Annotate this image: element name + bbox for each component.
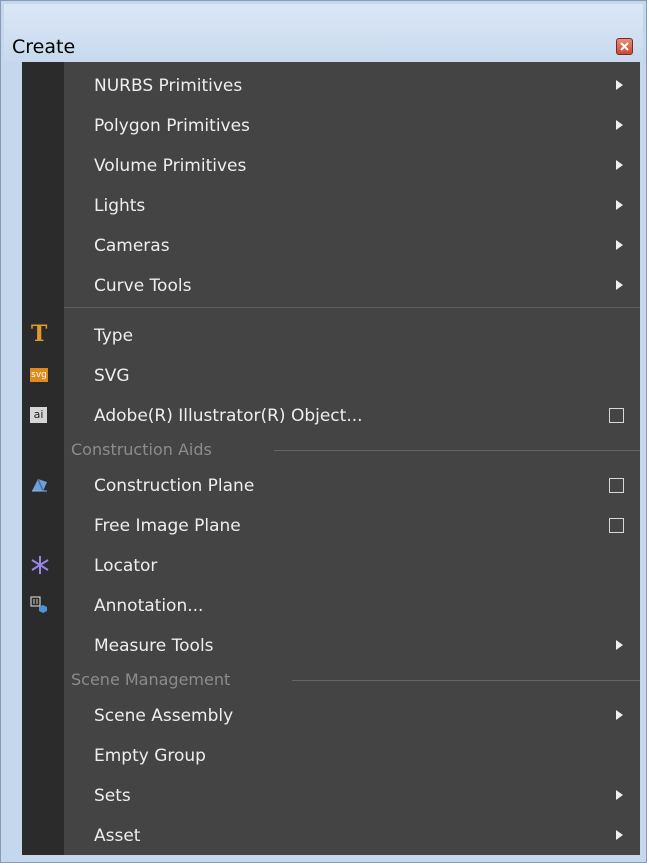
menu-item-curve-tools[interactable]: Curve Tools (22, 265, 640, 305)
title-bar[interactable]: Create (4, 4, 643, 62)
menu-item-label: Polygon Primitives (94, 116, 250, 136)
menu-item-label: NURBS Primitives (94, 76, 243, 96)
menu-item-svg[interactable]: svg SVG (22, 355, 640, 395)
submenu-arrow-icon (616, 830, 623, 840)
menu-item-label: Volume Primitives (94, 156, 247, 176)
menu-item-label: Cameras (94, 236, 170, 256)
menu-item-polygon-primitives[interactable]: Polygon Primitives (22, 105, 640, 145)
option-box[interactable] (609, 518, 624, 533)
create-menu-window: Create NURBS Primitives Polygon Primitiv… (0, 0, 647, 863)
menu-item-label: Locator (94, 556, 158, 576)
submenu-arrow-icon (616, 280, 623, 290)
menu-item-label: Empty Group (94, 746, 206, 766)
construction-plane-icon (30, 475, 50, 495)
menu-item-cameras[interactable]: Cameras (22, 225, 640, 265)
section-divider (274, 450, 640, 451)
close-icon (620, 42, 629, 51)
menu-item-asset[interactable]: Asset (22, 815, 640, 855)
menu-item-label: Annotation... (94, 596, 204, 616)
section-divider (292, 680, 640, 681)
option-box[interactable] (609, 478, 624, 493)
menu-item-label: Curve Tools (94, 276, 192, 296)
menu-item-label: Free Image Plane (94, 516, 241, 536)
submenu-arrow-icon (616, 120, 623, 130)
section-header: Scene Management (71, 670, 231, 689)
section-scene-management: Scene Management (22, 665, 640, 695)
annotation-icon (30, 595, 50, 615)
menu-item-nurbs-primitives[interactable]: NURBS Primitives (22, 65, 640, 105)
menu-item-sets[interactable]: Sets (22, 775, 640, 815)
menu-item-label: Scene Assembly (94, 706, 234, 726)
close-button[interactable] (616, 38, 633, 55)
submenu-arrow-icon (616, 240, 623, 250)
submenu-arrow-icon (616, 640, 623, 650)
submenu-arrow-icon (616, 200, 623, 210)
menu-item-label: Lights (94, 196, 146, 216)
menu-divider (64, 307, 640, 308)
section-header: Construction Aids (71, 440, 212, 459)
menu-item-illustrator-object[interactable]: ai Adobe(R) Illustrator(R) Object... (22, 395, 640, 435)
svg-icon: svg (30, 368, 48, 382)
menu-item-label: Sets (94, 786, 131, 806)
submenu-arrow-icon (616, 80, 623, 90)
menu-item-label: Measure Tools (94, 636, 214, 656)
create-menu: NURBS Primitives Polygon Primitives Volu… (22, 62, 640, 855)
menu-item-annotation[interactable]: Annotation... (22, 585, 640, 625)
menu-item-type[interactable]: T Type (22, 315, 640, 355)
window-title: Create (12, 36, 76, 58)
menu-item-locator[interactable]: Locator (22, 545, 640, 585)
menu-item-label: Type (94, 326, 134, 346)
section-construction-aids: Construction Aids (22, 435, 640, 465)
locator-icon (30, 555, 50, 575)
menu-item-measure-tools[interactable]: Measure Tools (22, 625, 640, 665)
menu-item-label: Construction Plane (94, 476, 255, 496)
option-box[interactable] (609, 408, 624, 423)
menu-item-label: Asset (94, 826, 141, 846)
menu-item-lights[interactable]: Lights (22, 185, 640, 225)
menu-item-volume-primitives[interactable]: Volume Primitives (22, 145, 640, 185)
menu-item-label: SVG (94, 366, 130, 386)
menu-item-construction-plane[interactable]: Construction Plane (22, 465, 640, 505)
menu-item-label: Adobe(R) Illustrator(R) Object... (94, 406, 363, 426)
menu-item-free-image-plane[interactable]: Free Image Plane (22, 505, 640, 545)
submenu-arrow-icon (616, 790, 623, 800)
menu-item-empty-group[interactable]: Empty Group (22, 735, 640, 775)
illustrator-ai-icon: ai (30, 405, 50, 425)
submenu-arrow-icon (616, 710, 623, 720)
type-t-icon: T (31, 321, 48, 347)
menu-item-scene-assembly[interactable]: Scene Assembly (22, 695, 640, 735)
submenu-arrow-icon (616, 160, 623, 170)
